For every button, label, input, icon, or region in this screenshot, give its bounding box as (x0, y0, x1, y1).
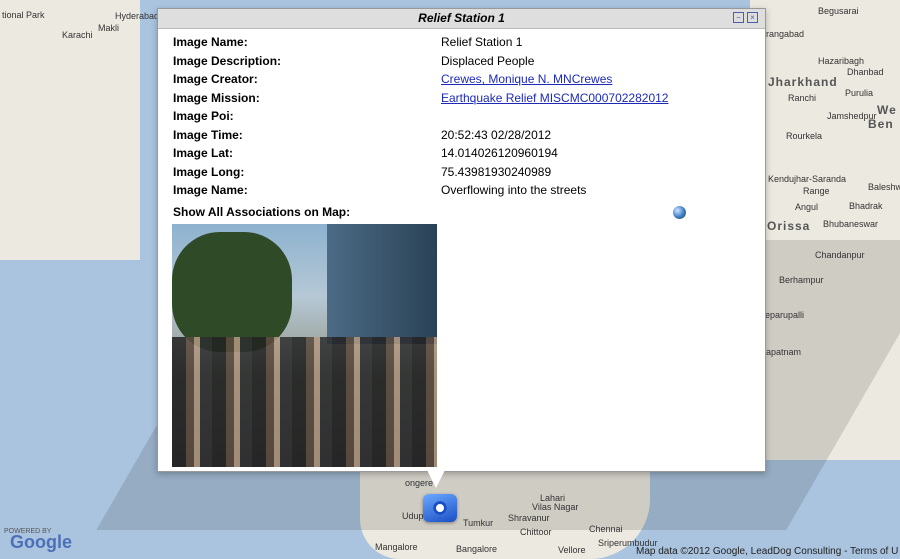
map-region-label: Ben (868, 117, 894, 131)
map-place-label: Kendujhar-Saranda (768, 174, 847, 184)
map-place-label: Vellore (558, 545, 586, 555)
detail-value: 75.43981930240989 (441, 164, 552, 179)
map-place-label: Chandanpur (815, 250, 865, 260)
detail-rows: Image Name: Relief Station 1 Image Descr… (173, 33, 668, 200)
map-region-label: We (877, 103, 897, 117)
mission-link[interactable]: Earthquake Relief MISCMC000702282012 (441, 91, 668, 105)
detail-value: Relief Station 1 (441, 35, 523, 50)
detail-label: Image Name: (173, 183, 248, 198)
info-window-title: Relief Station 1 (418, 11, 505, 25)
photo-crowd (172, 337, 437, 467)
detail-label: Image Poi: (173, 109, 234, 124)
detail-value: Displaced People (441, 53, 535, 68)
info-window-pointer (427, 470, 445, 488)
detail-value: 20:52:43 02/28/2012 (441, 127, 552, 142)
detail-label: Image Description: (173, 53, 282, 68)
detail-row: Image Time: 20:52:43 02/28/2012 (173, 126, 668, 145)
detail-label: Image Creator: (173, 72, 258, 87)
map-place-label: Purulia (845, 88, 874, 98)
photo-tree (172, 232, 292, 352)
map-place-label: Bhubaneswar (823, 219, 879, 229)
camera-icon[interactable] (423, 494, 457, 522)
detail-row: Image Lat: 14.014026120960194 (173, 144, 668, 163)
map-place-label: Hyderabad (115, 11, 160, 21)
map-place-label: Karachi (62, 30, 93, 40)
show-associations-row: Show All Associations on Map: (173, 205, 686, 219)
map-credit: Map data ©2012 Google, LeadDog Consultin… (636, 546, 899, 557)
detail-row: Image Mission: Earthquake Relief MISCMC0… (173, 89, 668, 108)
creator-link[interactable]: Crewes, Monique N. MNCrewes (441, 72, 612, 86)
detail-label: Image Name: (173, 35, 248, 50)
map-place-label: Begusarai (818, 6, 859, 16)
map-place-label: tional Park (2, 10, 45, 20)
map-place-label: Rourkela (786, 131, 823, 141)
map-place-label: Chittoor (520, 527, 552, 537)
map-place-label: Udupi (402, 511, 426, 521)
station-photo (172, 224, 437, 467)
map-place-label: Shravanur (508, 513, 550, 523)
map-place-label: Tumkur (463, 518, 494, 528)
detail-row: Image Name: Overflowing into the streets (173, 181, 668, 200)
map-region-label: Orissa (767, 219, 811, 233)
map-place-label: Dhanbad (847, 67, 884, 77)
map-place-label: Bhadrak (849, 201, 883, 211)
close-icon[interactable]: × (747, 12, 758, 23)
info-window-header: Relief Station 1 − × (158, 9, 765, 29)
map-place-label: Range (803, 186, 830, 196)
detail-row: Image Description: Displaced People (173, 52, 668, 71)
detail-label: Image Time: (173, 127, 243, 142)
map-region-label: Jharkhand (768, 75, 838, 89)
map-place-label: apatnam (766, 347, 802, 357)
show-associations-label: Show All Associations on Map: (173, 205, 351, 219)
detail-row: Image Poi: (173, 107, 668, 126)
map-place-label: Hazaribagh (818, 56, 865, 66)
map-place-label: Berhampur (779, 275, 824, 285)
detail-label: Image Mission: (173, 90, 260, 105)
map-place-label: Mangalore (375, 542, 418, 552)
map-place-label: Baleshwa (868, 182, 900, 192)
map-place-label: Chennai (589, 524, 623, 534)
detail-row: Image Long: 75.43981930240989 (173, 163, 668, 182)
map-place-label: Ranchi (788, 93, 817, 103)
detail-value: 14.014026120960194 (441, 146, 558, 161)
map-place-label: eparupalli (765, 310, 805, 320)
minimize-icon[interactable]: − (733, 12, 744, 23)
detail-row: Image Creator: Crewes, Monique N. MNCrew… (173, 70, 668, 89)
detail-value: Overflowing into the streets (441, 183, 587, 198)
map-place-label: Bangalore (456, 544, 498, 554)
map-place-label: Vilas Nagar (532, 502, 579, 512)
google-logo[interactable]: Google (10, 532, 72, 553)
detail-label: Image Lat: (173, 146, 234, 161)
detail-row: Image Name: Relief Station 1 (173, 33, 668, 52)
info-window-controls: − × (733, 12, 758, 23)
info-window: Relief Station 1 − × Image Name: Relief … (157, 8, 766, 472)
detail-label: Image Long: (173, 164, 245, 179)
map-place-label: rangabad (766, 29, 805, 39)
photo-building (327, 224, 437, 344)
map-place-label: Angul (795, 202, 819, 212)
globe-icon[interactable] (673, 205, 686, 219)
map-place-label: Makli (98, 23, 120, 33)
